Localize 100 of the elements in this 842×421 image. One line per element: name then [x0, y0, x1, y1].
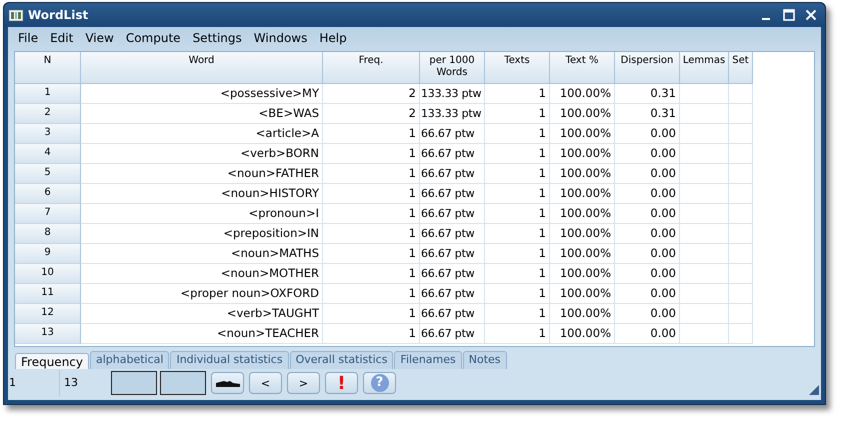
table-cell: 0.00	[615, 184, 680, 204]
table-cell: 1	[485, 84, 550, 104]
column-header[interactable]: Text %	[550, 52, 615, 84]
table-cell	[680, 324, 729, 344]
table-cell: 66.67 ptw	[420, 204, 485, 224]
row-number: 10	[15, 264, 81, 284]
table-cell: 1	[485, 264, 550, 284]
column-header[interactable]: Lemmas	[680, 52, 729, 84]
table-cell: 66.67 ptw	[420, 224, 485, 244]
table-cell: 0.00	[615, 244, 680, 264]
table-cell: 100.00%	[550, 84, 615, 104]
table-cell	[729, 264, 753, 284]
table-cell: 1	[323, 204, 420, 224]
row-number: 5	[15, 164, 81, 184]
alert-button[interactable]: !	[325, 372, 358, 394]
table-cell: <pronoun>I	[81, 204, 323, 224]
nav-button[interactable]: >	[287, 372, 320, 394]
table-cell: 1	[323, 304, 420, 324]
table-cell	[729, 284, 753, 304]
table-cell: 66.67 ptw	[420, 184, 485, 204]
column-header[interactable]: Word	[81, 52, 323, 84]
toolbar-button[interactable]	[211, 372, 244, 394]
menu-item[interactable]: Compute	[120, 31, 187, 45]
table-cell: 0.00	[615, 304, 680, 324]
table-cell: 100.00%	[550, 304, 615, 324]
shoe-icon	[214, 378, 240, 388]
row-number: 12	[15, 304, 81, 324]
maximize-icon[interactable]	[783, 9, 795, 21]
table-cell: 1	[323, 244, 420, 264]
table-cell: 100.00%	[550, 284, 615, 304]
table-cell: 1	[485, 124, 550, 144]
close-icon[interactable]	[805, 9, 817, 21]
table-cell	[729, 224, 753, 244]
table-cell: 1	[323, 284, 420, 304]
menu-item[interactable]: Windows	[248, 31, 314, 45]
table-cell: 100.00%	[550, 324, 615, 344]
table-cell: 0.00	[615, 144, 680, 164]
table-cell: <verb>TAUGHT	[81, 304, 323, 324]
table-cell: 66.67 ptw	[420, 324, 485, 344]
menu-item[interactable]: Help	[313, 31, 353, 45]
table-cell	[680, 264, 729, 284]
table-cell: <preposition>IN	[81, 224, 323, 244]
menu-item[interactable]: Settings	[186, 31, 248, 45]
table-cell: 1	[485, 244, 550, 264]
column-header[interactable]: Freq.	[323, 52, 420, 84]
column-header[interactable]: Dispersion	[615, 52, 680, 84]
table-cell: 0.00	[615, 264, 680, 284]
table-cell: 1	[485, 184, 550, 204]
table-cell	[729, 204, 753, 224]
table-cell	[680, 164, 729, 184]
table-cell: 100.00%	[550, 264, 615, 284]
window-title: WordList	[28, 8, 88, 22]
menu-item[interactable]: File	[12, 31, 44, 45]
table-cell: 0.00	[615, 164, 680, 184]
table-cell: 66.67 ptw	[420, 304, 485, 324]
tab[interactable]: Filenames	[394, 351, 462, 369]
table-cell: 1	[323, 224, 420, 244]
menu-item[interactable]: View	[79, 31, 120, 45]
tab[interactable]: Individual statistics	[170, 351, 289, 369]
table-cell: 66.67 ptw	[420, 144, 485, 164]
tab[interactable]: Notes	[462, 351, 507, 369]
table-cell	[729, 84, 753, 104]
app-icon	[9, 10, 23, 20]
table-cell	[729, 104, 753, 124]
table-cell	[680, 124, 729, 144]
table-cell: <noun>MATHS	[81, 244, 323, 264]
row-number: 8	[15, 224, 81, 244]
table-cell: <possessive>MY	[81, 84, 323, 104]
table-cell: 0.00	[615, 204, 680, 224]
table-cell: 0.31	[615, 84, 680, 104]
menu-item[interactable]: Edit	[44, 31, 80, 45]
table-cell: <noun>MOTHER	[81, 264, 323, 284]
table-cell: 100.00%	[550, 164, 615, 184]
table-cell	[680, 284, 729, 304]
table-cell	[680, 304, 729, 324]
table-cell: 0.00	[615, 124, 680, 144]
tab[interactable]: alphabetical	[90, 351, 170, 369]
table-cell	[680, 204, 729, 224]
table-cell: 66.67 ptw	[420, 264, 485, 284]
column-header[interactable]: N	[15, 52, 81, 84]
column-header[interactable]: Texts	[485, 52, 550, 84]
table-cell: 133.33 ptw	[420, 104, 485, 124]
tab[interactable]: Frequency	[15, 353, 89, 369]
table-cell: <noun>TEACHER	[81, 324, 323, 344]
table-cell: 100.00%	[550, 124, 615, 144]
table-cell: 100.00%	[550, 204, 615, 224]
nav-button[interactable]: <	[249, 372, 282, 394]
table-cell	[680, 224, 729, 244]
column-header[interactable]: Set	[729, 52, 753, 84]
row-number: 6	[15, 184, 81, 204]
column-header[interactable]: per 1000 Words	[420, 52, 485, 84]
row-number: 2	[15, 104, 81, 124]
table-cell: 1	[323, 264, 420, 284]
tab[interactable]: Overall statistics	[290, 351, 394, 369]
table-cell: 1	[485, 224, 550, 244]
table-cell: 0.31	[615, 104, 680, 124]
table-cell	[729, 144, 753, 164]
table-cell: <BE>WAS	[81, 104, 323, 124]
table-cell	[729, 184, 753, 204]
table-cell	[729, 164, 753, 184]
